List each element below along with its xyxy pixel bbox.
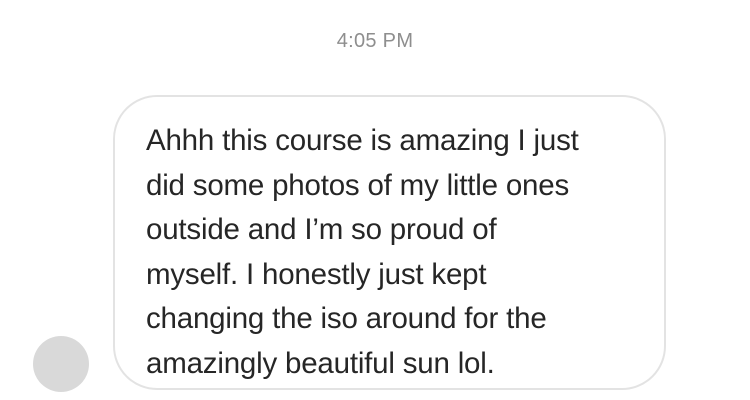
sender-avatar[interactable] xyxy=(33,336,89,392)
message-timestamp: 4:05 PM xyxy=(336,30,414,52)
message-text-line: outside and I’m so proud of xyxy=(146,213,497,246)
message-text-line: myself. I honestly just kept xyxy=(146,257,487,291)
message-bubble[interactable]: Ahhh this course is amazing I just did s… xyxy=(113,95,666,390)
message-text-line: changing the iso around for the xyxy=(146,302,547,335)
message-text-line: Ahhh this course is amazing I just xyxy=(146,124,579,157)
message-text-line: did some photos of my little ones xyxy=(146,168,570,202)
message-text-line: amazingly beautiful sun lol. xyxy=(146,346,495,380)
